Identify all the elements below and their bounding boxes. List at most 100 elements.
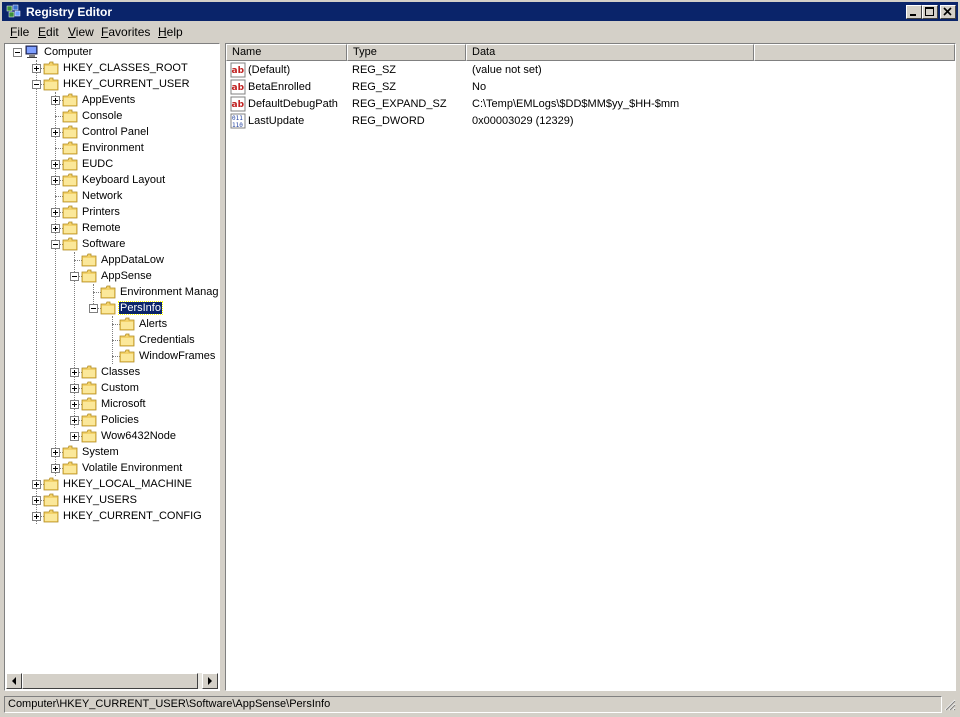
tree-node-label[interactable]: Printers — [81, 206, 121, 218]
tree-node-label[interactable]: Environment — [81, 142, 145, 154]
collapse-icon[interactable] — [70, 272, 79, 281]
expand-icon[interactable] — [70, 416, 79, 425]
expand-icon[interactable] — [70, 400, 79, 409]
collapse-icon[interactable] — [32, 80, 41, 89]
maximize-button[interactable] — [922, 5, 938, 19]
expand-icon[interactable] — [51, 224, 60, 233]
expand-icon[interactable] — [70, 368, 79, 377]
tree-node-remote[interactable]: Remote — [5, 220, 219, 236]
expand-icon[interactable] — [51, 160, 60, 169]
collapse-icon[interactable] — [13, 48, 22, 57]
tree-node-computer[interactable]: Computer — [5, 44, 219, 60]
collapse-icon[interactable] — [89, 304, 98, 313]
expand-icon[interactable] — [32, 480, 41, 489]
menu-edit[interactable]: Edit — [38, 25, 59, 39]
tree-node-label[interactable]: HKEY_CURRENT_USER — [62, 78, 191, 90]
tree-node-wow6432node[interactable]: Wow6432Node — [5, 428, 219, 444]
value-row[interactable]: ab DefaultDebugPath REG_EXPAND_SZ C:\Temp\E… — [226, 96, 955, 113]
key-tree-pane[interactable]: Computer HKEY_CLASSES_ROOT HKEY_CURRENT_US… — [4, 43, 220, 691]
column-header-type[interactable]: Type — [347, 44, 466, 61]
tree-node-appsense[interactable]: AppSense — [5, 268, 219, 284]
tree-node-custom[interactable]: Custom — [5, 380, 219, 396]
tree-node-alerts[interactable]: Alerts — [5, 316, 219, 332]
tree-node-hkcu[interactable]: HKEY_CURRENT_USER — [5, 76, 219, 92]
minimize-button[interactable] — [906, 5, 922, 19]
tree-node-appevents[interactable]: AppEvents — [5, 92, 219, 108]
column-header-data[interactable]: Data — [466, 44, 754, 61]
value-row[interactable]: ab (Default) REG_SZ (value not set) — [226, 62, 955, 79]
title-bar[interactable]: Registry Editor — [2, 2, 958, 21]
tree-node-label[interactable]: Wow6432Node — [100, 430, 177, 442]
tree-node-console[interactable]: Console — [5, 108, 219, 124]
column-header-name[interactable]: Name — [226, 44, 347, 61]
menu-view[interactable]: View — [68, 25, 94, 39]
tree-node-label[interactable]: Computer — [43, 46, 93, 58]
tree-node-label[interactable]: AppDataLow — [100, 254, 165, 266]
expand-icon[interactable] — [51, 448, 60, 457]
tree-node-label[interactable]: Console — [81, 110, 123, 122]
tree-node-label[interactable]: AppSense — [100, 270, 153, 282]
tree-node-network[interactable]: Network — [5, 188, 219, 204]
tree-node-label[interactable]: HKEY_CLASSES_ROOT — [62, 62, 189, 74]
expand-icon[interactable] — [70, 432, 79, 441]
tree-node-policies[interactable]: Policies — [5, 412, 219, 428]
expand-icon[interactable] — [51, 176, 60, 185]
tree-node-eudc[interactable]: EUDC — [5, 156, 219, 172]
close-button[interactable] — [940, 5, 956, 19]
expand-icon[interactable] — [32, 64, 41, 73]
resize-grip-icon[interactable] — [944, 699, 956, 711]
tree-node-credentials[interactable]: Credentials — [5, 332, 219, 348]
menu-file[interactable]: File — [10, 25, 29, 39]
tree-node-label[interactable]: AppEvents — [81, 94, 136, 106]
tree-node-environment[interactable]: Environment — [5, 140, 219, 156]
tree-node-label[interactable]: Software — [81, 238, 126, 250]
values-pane[interactable]: Name Type Data ab (Default) REG_SZ (value n… — [225, 43, 956, 691]
tree-node-label[interactable]: Volatile Environment — [81, 462, 183, 474]
tree-node-label[interactable]: Environment Manag — [119, 286, 219, 298]
tree-node-label[interactable]: HKEY_CURRENT_CONFIG — [62, 510, 203, 522]
tree-node-hkcr[interactable]: HKEY_CLASSES_ROOT — [5, 60, 219, 76]
expand-icon[interactable] — [51, 96, 60, 105]
tree-node-hkcc[interactable]: HKEY_CURRENT_CONFIG — [5, 508, 219, 524]
tree-node-microsoft[interactable]: Microsoft — [5, 396, 219, 412]
tree-node-windowframes[interactable]: WindowFrames — [5, 348, 219, 364]
tree-node-label[interactable]: WindowFrames — [138, 350, 216, 362]
scroll-thumb[interactable] — [22, 673, 198, 689]
tree-node-system[interactable]: System — [5, 444, 219, 460]
tree-node-appdatalow[interactable]: AppDataLow — [5, 252, 219, 268]
menu-help[interactable]: Help — [158, 25, 183, 39]
tree-node-label[interactable]: Policies — [100, 414, 140, 426]
tree-node-volatileenv[interactable]: Volatile Environment — [5, 460, 219, 476]
tree-node-label[interactable]: Classes — [100, 366, 141, 378]
tree-node-label[interactable]: Keyboard Layout — [81, 174, 166, 186]
tree-node-software[interactable]: Software — [5, 236, 219, 252]
expand-icon[interactable] — [32, 496, 41, 505]
expand-icon[interactable] — [51, 208, 60, 217]
tree-node-label[interactable]: Custom — [100, 382, 140, 394]
tree-node-label[interactable]: EUDC — [81, 158, 114, 170]
tree-node-persinfo[interactable]: PersInfo — [5, 300, 219, 316]
tree-node-hku[interactable]: HKEY_USERS — [5, 492, 219, 508]
tree-node-hklm[interactable]: HKEY_LOCAL_MACHINE — [5, 476, 219, 492]
scroll-left-button[interactable] — [6, 673, 22, 689]
tree-node-label[interactable]: Network — [81, 190, 123, 202]
tree-node-controlpanel[interactable]: Control Panel — [5, 124, 219, 140]
value-row[interactable]: 011 110 LastUpdate REG_DWORD 0x00003029 (123… — [226, 113, 955, 130]
tree-node-classes[interactable]: Classes — [5, 364, 219, 380]
tree-node-label[interactable]: System — [81, 446, 120, 458]
expand-icon[interactable] — [51, 128, 60, 137]
tree-node-label[interactable]: Microsoft — [100, 398, 147, 410]
tree-node-label[interactable]: HKEY_LOCAL_MACHINE — [62, 478, 193, 490]
tree-node-keyboardlayout[interactable]: Keyboard Layout — [5, 172, 219, 188]
tree-node-label[interactable]: Alerts — [138, 318, 168, 330]
tree-node-label[interactable]: Control Panel — [81, 126, 150, 138]
value-row[interactable]: ab BetaEnrolled REG_SZ No — [226, 79, 955, 96]
tree-horizontal-scrollbar[interactable] — [6, 673, 218, 689]
scroll-right-button[interactable] — [202, 673, 218, 689]
tree-node-label[interactable]: Remote — [81, 222, 122, 234]
expand-icon[interactable] — [32, 512, 41, 521]
menu-favorites[interactable]: Favorites — [101, 25, 150, 39]
collapse-icon[interactable] — [51, 240, 60, 249]
tree-node-label[interactable]: HKEY_USERS — [62, 494, 138, 506]
tree-node-envmanag[interactable]: Environment Manag — [5, 284, 219, 300]
